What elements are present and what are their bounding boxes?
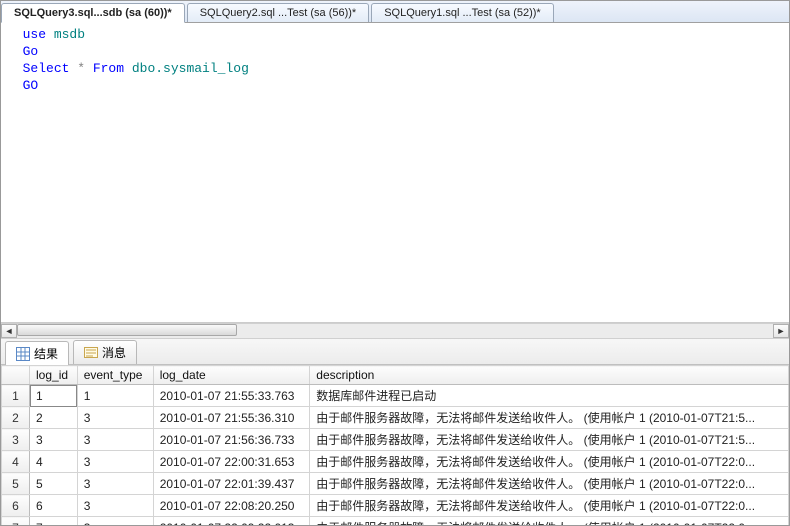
cell-log_date[interactable]: 2010-01-07 22:09:22.013 xyxy=(153,517,310,526)
table-row[interactable]: 1112010-01-07 21:55:33.763数据库邮件进程已启动 xyxy=(2,385,789,407)
sql-ident: dbo.sysmail_log xyxy=(124,61,249,76)
sql-keyword: Go xyxy=(23,44,39,59)
table-row[interactable]: 2232010-01-07 21:55:36.310由于邮件服务器故障，无法将邮… xyxy=(2,407,789,429)
cell-description[interactable]: 由于邮件服务器故障，无法将邮件发送给收件人。 (使用帐户 1 (2010-01-… xyxy=(310,429,789,451)
cell-event_type[interactable]: 3 xyxy=(77,429,153,451)
tab-results-label: 结果 xyxy=(34,345,58,362)
sql-keyword: Select xyxy=(23,61,70,76)
tab-query3[interactable]: SQLQuery3.sql...sdb (sa (60))* xyxy=(1,3,185,23)
table-row[interactable]: 7732010-01-07 22:09:22.013由于邮件服务器故障，无法将邮… xyxy=(2,517,789,526)
cell-description[interactable]: 由于邮件服务器故障，无法将邮件发送给收件人。 (使用帐户 1 (2010-01-… xyxy=(310,495,789,517)
cell-log_id[interactable]: 4 xyxy=(30,451,78,473)
editor-hscrollbar[interactable]: ◄ ► xyxy=(1,323,789,339)
cell-log_id[interactable]: 7 xyxy=(30,517,78,526)
table-header-row: log_id event_type log_date description xyxy=(2,366,789,385)
sql-keyword: GO xyxy=(23,78,39,93)
messages-icon xyxy=(84,346,98,360)
cell-description[interactable]: 由于邮件服务器故障，无法将邮件发送给收件人。 (使用帐户 1 (2010-01-… xyxy=(310,451,789,473)
cell-log_date[interactable]: 2010-01-07 22:00:31.653 xyxy=(153,451,310,473)
cell-log_date[interactable]: 2010-01-07 22:01:39.437 xyxy=(153,473,310,495)
row-header[interactable]: 7 xyxy=(2,517,30,526)
query-tab-bar: SQLQuery3.sql...sdb (sa (60))* SQLQuery2… xyxy=(1,1,789,23)
row-header[interactable]: 1 xyxy=(2,385,30,407)
sql-ident: msdb xyxy=(46,27,85,42)
row-header[interactable]: 3 xyxy=(2,429,30,451)
col-description[interactable]: description xyxy=(310,366,789,385)
tab-results[interactable]: 结果 xyxy=(5,341,69,365)
col-event-type[interactable]: event_type xyxy=(77,366,153,385)
row-header[interactable]: 6 xyxy=(2,495,30,517)
table-row[interactable]: 3332010-01-07 21:56:36.733由于邮件服务器故障，无法将邮… xyxy=(2,429,789,451)
sql-star: * xyxy=(69,61,85,76)
sql-keyword: use xyxy=(23,27,46,42)
cell-log_date[interactable]: 2010-01-07 22:08:20.250 xyxy=(153,495,310,517)
cell-description[interactable]: 由于邮件服务器故障，无法将邮件发送给收件人。 (使用帐户 1 (2010-01-… xyxy=(310,473,789,495)
cell-log_date[interactable]: 2010-01-07 21:56:36.733 xyxy=(153,429,310,451)
col-log-id[interactable]: log_id xyxy=(30,366,78,385)
scroll-track[interactable] xyxy=(17,324,773,338)
cell-event_type[interactable]: 3 xyxy=(77,517,153,526)
grid-icon xyxy=(16,347,30,361)
tab-query1[interactable]: SQLQuery1.sql ...Test (sa (52))* xyxy=(371,3,554,22)
col-log-date[interactable]: log_date xyxy=(153,366,310,385)
cell-event_type[interactable]: 3 xyxy=(77,495,153,517)
cell-log_date[interactable]: 2010-01-07 21:55:36.310 xyxy=(153,407,310,429)
cell-log_id[interactable]: 5 xyxy=(30,473,78,495)
sql-editor[interactable]: use msdb Go Select * From dbo.sysmail_lo… xyxy=(1,23,789,323)
scroll-right-icon[interactable]: ► xyxy=(773,324,789,338)
cell-log_id[interactable]: 6 xyxy=(30,495,78,517)
cell-event_type[interactable]: 3 xyxy=(77,407,153,429)
row-header[interactable]: 5 xyxy=(2,473,30,495)
results-grid[interactable]: log_id event_type log_date description 1… xyxy=(1,365,789,525)
cell-description[interactable]: 由于邮件服务器故障，无法将邮件发送给收件人。 (使用帐户 1 (2010-01-… xyxy=(310,407,789,429)
cell-log_id[interactable]: 3 xyxy=(30,429,78,451)
table-row[interactable]: 6632010-01-07 22:08:20.250由于邮件服务器故障，无法将邮… xyxy=(2,495,789,517)
table-row[interactable]: 5532010-01-07 22:01:39.437由于邮件服务器故障，无法将邮… xyxy=(2,473,789,495)
row-header[interactable]: 4 xyxy=(2,451,30,473)
cell-log_id[interactable]: 1 xyxy=(30,385,78,407)
scroll-thumb[interactable] xyxy=(17,324,237,336)
sql-keyword: From xyxy=(85,61,124,76)
cell-log_id[interactable]: 2 xyxy=(30,407,78,429)
tab-messages[interactable]: 消息 xyxy=(73,340,137,364)
cell-description[interactable]: 由于邮件服务器故障，无法将邮件发送给收件人。 (使用帐户 1 (2010-01-… xyxy=(310,517,789,526)
table-row[interactable]: 4432010-01-07 22:00:31.653由于邮件服务器故障，无法将邮… xyxy=(2,451,789,473)
cell-event_type[interactable]: 3 xyxy=(77,473,153,495)
cell-description[interactable]: 数据库邮件进程已启动 xyxy=(310,385,789,407)
row-header[interactable]: 2 xyxy=(2,407,30,429)
tab-messages-label: 消息 xyxy=(102,344,126,361)
cell-event_type[interactable]: 1 xyxy=(77,385,153,407)
cell-event_type[interactable]: 3 xyxy=(77,451,153,473)
result-tab-bar: 结果 消息 xyxy=(1,339,789,365)
scroll-left-icon[interactable]: ◄ xyxy=(1,324,17,338)
cell-log_date[interactable]: 2010-01-07 21:55:33.763 xyxy=(153,385,310,407)
results-table: log_id event_type log_date description 1… xyxy=(1,365,789,525)
tab-query2[interactable]: SQLQuery2.sql ...Test (sa (56))* xyxy=(187,3,370,22)
table-corner xyxy=(2,366,30,385)
